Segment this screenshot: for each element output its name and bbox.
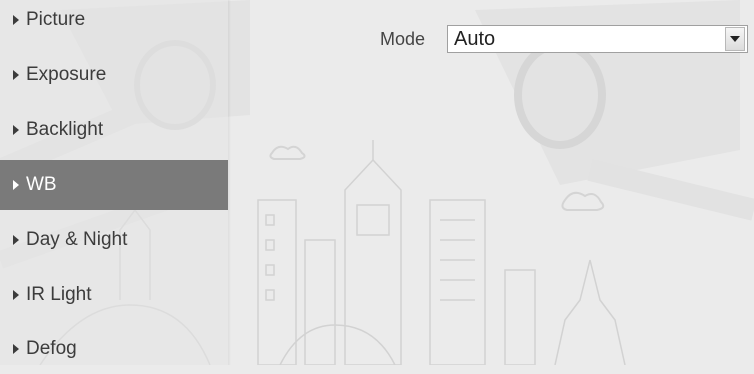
- triangle-right-icon: [13, 125, 19, 135]
- mode-label: Mode: [380, 29, 426, 49]
- mode-select[interactable]: Auto: [447, 25, 748, 53]
- sidebar-item-wb[interactable]: WB: [0, 160, 228, 210]
- triangle-right-icon: [13, 70, 19, 80]
- sidebar-item-label: IR Light: [26, 284, 92, 305]
- dropdown-button[interactable]: [725, 27, 745, 51]
- triangle-right-icon: [13, 15, 19, 25]
- sidebar-item-label: Defog: [26, 338, 77, 359]
- sidebar-item-picture[interactable]: Picture: [0, 0, 228, 45]
- triangle-right-icon: [13, 344, 19, 354]
- sidebar-item-backlight[interactable]: Backlight: [0, 105, 228, 155]
- sidebar-item-defog[interactable]: Defog: [0, 324, 228, 374]
- triangle-right-icon: [13, 235, 19, 245]
- sidebar-item-exposure[interactable]: Exposure: [0, 50, 228, 100]
- sidebar-item-ir-light[interactable]: IR Light: [0, 270, 228, 320]
- sidebar-item-day-night[interactable]: Day & Night: [0, 215, 228, 265]
- chevron-down-icon: [730, 36, 740, 42]
- settings-sidebar: Picture Exposure Backlight WB Day & Nigh…: [0, 0, 231, 365]
- sidebar-item-label: Picture: [26, 9, 86, 30]
- triangle-right-icon: [13, 290, 19, 300]
- sidebar-item-label: Day & Night: [26, 229, 128, 250]
- triangle-right-icon: [13, 180, 19, 190]
- sidebar-item-label: Backlight: [26, 119, 104, 140]
- mode-select-value: Auto: [454, 27, 496, 50]
- sidebar-item-label: WB: [26, 174, 57, 195]
- sidebar-item-label: Exposure: [26, 64, 107, 85]
